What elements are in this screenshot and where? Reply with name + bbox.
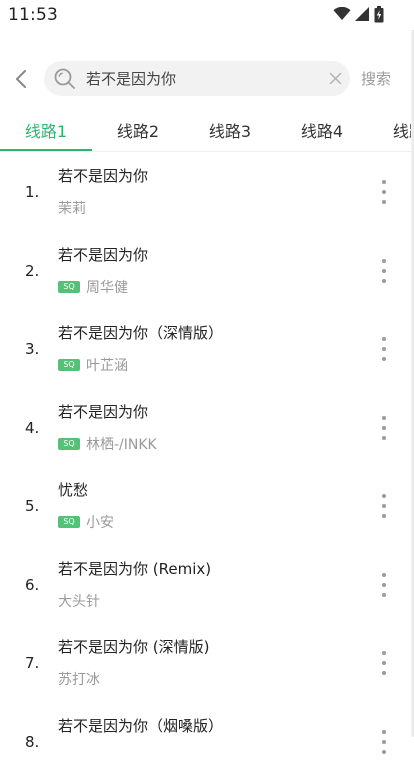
song-meta: SQ 小安 xyxy=(58,512,114,532)
song-meta: SQ 叶芷涵 xyxy=(58,355,128,375)
back-button[interactable] xyxy=(8,66,34,92)
tab-route-4[interactable]: 线路4 xyxy=(276,108,368,151)
more-options-button[interactable] xyxy=(377,730,391,754)
song-title: 若不是因为你 (深情版) xyxy=(58,636,209,657)
song-item[interactable]: 8. 若不是因为你（烟嗓版） xyxy=(0,703,414,781)
song-meta: 大头针 xyxy=(58,591,100,611)
status-icons xyxy=(333,5,384,23)
sq-badge: SQ xyxy=(58,359,80,371)
tabs-divider xyxy=(0,151,414,152)
song-item[interactable]: 3. 若不是因为你（深情版） SQ 叶芷涵 xyxy=(0,310,414,389)
dot xyxy=(382,200,386,204)
song-artist: 林栖-/INKK xyxy=(86,434,157,454)
battery-icon xyxy=(374,6,384,23)
song-number: 7. xyxy=(25,654,39,672)
song-item[interactable]: 6. 若不是因为你 (Remix) 大头针 xyxy=(0,546,414,625)
more-options-button[interactable] xyxy=(377,337,391,361)
dot xyxy=(382,750,386,754)
song-title: 若不是因为你（深情版） xyxy=(58,322,223,343)
song-title: 若不是因为你 xyxy=(58,244,148,265)
dot xyxy=(382,573,386,577)
song-number: 3. xyxy=(25,340,39,358)
song-title: 若不是因为你 xyxy=(58,165,148,186)
wifi-icon xyxy=(333,7,351,21)
dot xyxy=(382,337,386,341)
sq-badge: SQ xyxy=(58,516,80,528)
dot xyxy=(382,593,386,597)
tab-route-1[interactable]: 线路1 xyxy=(0,108,92,151)
tab-route-2[interactable]: 线路2 xyxy=(92,108,184,151)
song-artist: 苏打冰 xyxy=(58,669,100,689)
more-options-button[interactable] xyxy=(377,416,391,440)
song-number: 8. xyxy=(25,733,39,751)
dot xyxy=(382,436,386,440)
sq-badge: SQ xyxy=(58,281,80,293)
status-time: 11:53 xyxy=(8,5,58,25)
dot xyxy=(382,357,386,361)
dot xyxy=(382,661,386,665)
search-icon xyxy=(54,68,76,90)
song-number: 5. xyxy=(25,497,39,515)
dot xyxy=(382,671,386,675)
signal-icon xyxy=(355,7,370,21)
dot xyxy=(382,259,386,263)
song-item[interactable]: 5. 忧愁 SQ 小安 xyxy=(0,467,414,546)
dot xyxy=(382,514,386,518)
song-number: 4. xyxy=(25,419,39,437)
song-meta: 茉莉 xyxy=(58,198,86,218)
dot xyxy=(382,426,386,430)
dot xyxy=(382,190,386,194)
song-number: 6. xyxy=(25,576,39,594)
song-meta: SQ 林栖-/INKK xyxy=(58,434,157,454)
song-artist: 周华健 xyxy=(86,277,128,297)
status-bar: 11:53 xyxy=(0,0,414,30)
more-options-button[interactable] xyxy=(377,180,391,204)
song-meta: SQ 周华健 xyxy=(58,277,128,297)
dot xyxy=(382,269,386,273)
chevron-left-icon xyxy=(14,70,28,88)
song-title: 忧愁 xyxy=(58,479,88,500)
song-artist: 小安 xyxy=(86,512,114,532)
song-item[interactable]: 2. 若不是因为你 SQ 周华健 xyxy=(0,232,414,311)
song-artist: 茉莉 xyxy=(58,198,86,218)
song-list: 1. 若不是因为你 茉莉 2. 若不是因为你 SQ 周华健 3. 若不是因为你（… xyxy=(0,153,414,781)
song-number: 2. xyxy=(25,262,39,280)
song-title: 若不是因为你 xyxy=(58,401,148,422)
search-input[interactable] xyxy=(86,61,316,96)
more-options-button[interactable] xyxy=(377,259,391,283)
song-title: 若不是因为你（烟嗓版） xyxy=(58,715,223,736)
dot xyxy=(382,347,386,351)
song-title: 若不是因为你 (Remix) xyxy=(58,558,211,579)
song-item[interactable]: 4. 若不是因为你 SQ 林栖-/INKK xyxy=(0,389,414,468)
dot xyxy=(382,416,386,420)
dot xyxy=(382,651,386,655)
tab-route-5[interactable]: 线路5 xyxy=(368,108,414,151)
more-options-button[interactable] xyxy=(377,651,391,675)
dot xyxy=(382,583,386,587)
dot xyxy=(382,740,386,744)
song-item[interactable]: 1. 若不是因为你 茉莉 xyxy=(0,153,414,232)
song-meta: 苏打冰 xyxy=(58,669,100,689)
dot xyxy=(382,279,386,283)
song-artist: 大头针 xyxy=(58,591,100,611)
dot xyxy=(382,504,386,508)
more-options-button[interactable] xyxy=(377,494,391,518)
dot xyxy=(382,494,386,498)
song-artist: 叶芷涵 xyxy=(86,355,128,375)
tab-route-3[interactable]: 线路3 xyxy=(184,108,276,151)
dot xyxy=(382,730,386,734)
close-icon[interactable] xyxy=(327,70,344,87)
song-number: 1. xyxy=(25,183,39,201)
more-options-button[interactable] xyxy=(377,573,391,597)
search-box[interactable] xyxy=(44,61,350,96)
route-tabs: 线路1 线路2 线路3 线路4 线路5 xyxy=(0,108,414,153)
search-button[interactable]: 搜索 xyxy=(361,68,391,89)
dot xyxy=(382,180,386,184)
search-row: 搜索 xyxy=(0,58,414,100)
sq-badge: SQ xyxy=(58,438,80,450)
song-item[interactable]: 7. 若不是因为你 (深情版) 苏打冰 xyxy=(0,624,414,703)
